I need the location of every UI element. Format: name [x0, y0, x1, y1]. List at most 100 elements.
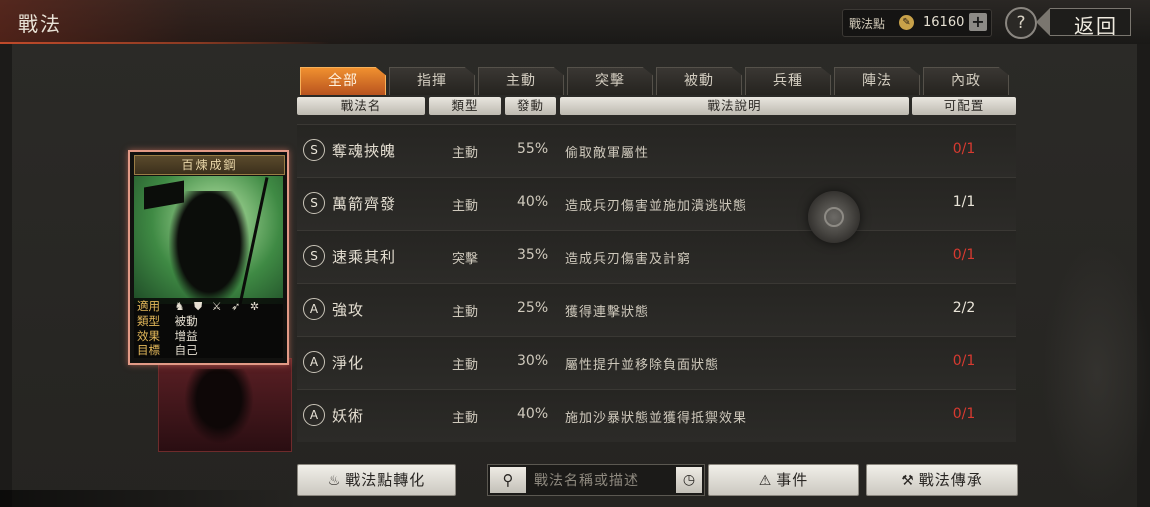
tab-command[interactable]: 指揮 — [389, 67, 475, 95]
search-icon[interactable]: ⚲ — [490, 467, 526, 493]
table-row[interactable]: A 妖術 主動 40% 施加沙暴狀態並獲得抵禦效果 0/1 — [297, 389, 1016, 442]
tactic-type: 主動 — [452, 305, 479, 320]
history-clock-icon[interactable]: ◷ — [676, 467, 702, 493]
tactic-points-display: 戰法點 ✎ 16160 + — [842, 9, 992, 37]
card-title: 百煉成鋼 — [134, 155, 285, 175]
tactic-availability: 0/1 — [952, 406, 976, 422]
card-back-image — [158, 358, 292, 452]
card-artwork — [134, 176, 283, 304]
grade-badge: A — [303, 404, 325, 426]
event-button[interactable]: ⚠ 事件 — [708, 464, 859, 496]
back-button[interactable]: 返回 — [1036, 8, 1131, 38]
card-effect-row: 效果 增益 — [137, 329, 198, 344]
table-row[interactable]: S 萬箭齊發 主動 40% 造成兵刃傷害並施加潰逃狀態 1/1 — [297, 177, 1016, 230]
tactic-description: 屬性提升並移除負面狀態 — [565, 358, 720, 373]
tactic-name: 強攻 — [332, 301, 365, 319]
inherit-tactic-label: 戰法傳承 — [918, 471, 983, 489]
search-box: ⚲ ◷ — [487, 464, 705, 496]
grade-badge: S — [303, 245, 325, 267]
tactic-type: 主動 — [452, 199, 479, 214]
card-effect-label: 效果 — [137, 329, 160, 343]
tactic-rate: 40% — [517, 406, 549, 422]
tactic-rate: 35% — [517, 247, 549, 263]
alert-icon: ⚠ — [758, 473, 773, 489]
tactic-type: 主動 — [452, 146, 479, 161]
tactic-type: 主動 — [452, 358, 479, 373]
add-points-button[interactable]: + — [969, 13, 987, 31]
event-label: 事件 — [776, 471, 809, 489]
tactic-availability: 2/2 — [952, 300, 976, 316]
unit-type-icons: ♞ ⛊ ⚔ ➶ ✲ — [174, 300, 263, 313]
tactic-availability: 1/1 — [952, 194, 976, 210]
top-bar: 戰法 戰法點 ✎ 16160 + ? 返回 — [0, 0, 1150, 44]
back-arrow-icon — [1036, 8, 1050, 36]
grade-badge: S — [303, 139, 325, 161]
grade-badge: A — [303, 351, 325, 373]
tactic-rate: 55% — [517, 141, 549, 157]
tactic-name: 萬箭齊發 — [332, 195, 397, 213]
table-row[interactable]: S 速乘其利 突擊 35% 造成兵刃傷害及計窮 0/1 — [297, 230, 1016, 283]
tab-troop[interactable]: 兵種 — [745, 67, 831, 95]
tab-domestic[interactable]: 內政 — [923, 67, 1009, 95]
title-banner — [0, 0, 420, 44]
column-header-rate[interactable]: 發動 — [505, 97, 556, 115]
grade-badge: A — [303, 298, 325, 320]
scroll-indicator[interactable] — [808, 191, 860, 243]
card-back-figure — [184, 369, 254, 444]
convert-points-button[interactable]: ♨ 戰法點轉化 — [297, 464, 456, 496]
tab-all[interactable]: 全部 — [300, 67, 386, 95]
tab-passive[interactable]: 被動 — [656, 67, 742, 95]
tactic-description: 施加沙暴狀態並獲得抵禦效果 — [565, 411, 748, 426]
column-header-description: 戰法說明 — [560, 97, 909, 115]
card-target-row: 目標 自己 — [137, 343, 198, 358]
tactic-points-value: 16160 — [923, 15, 965, 30]
tab-assault[interactable]: 突擊 — [567, 67, 653, 95]
table-row[interactable]: S 奪魂挾魄 主動 55% 偷取敵軍屬性 0/1 — [297, 124, 1016, 177]
page-title: 戰法 — [18, 12, 62, 36]
tactic-points-label: 戰法點 — [849, 17, 886, 31]
grade-badge: S — [303, 192, 325, 214]
tactic-rate: 30% — [517, 353, 549, 369]
tab-formation[interactable]: 陣法 — [834, 67, 920, 95]
selected-tactic-card[interactable]: 百煉成鋼 適用 ♞ ⛊ ⚔ ➶ ✲ 類型 被動 效果 增益 目標 自己 — [128, 150, 289, 365]
ink-stroke-decoration — [0, 490, 300, 507]
tab-active[interactable]: 主動 — [478, 67, 564, 95]
tactic-name: 奪魂挾魄 — [332, 142, 397, 160]
tactic-name: 速乘其利 — [332, 248, 397, 266]
hammer-icon: ⚒ — [901, 473, 915, 489]
column-header-available[interactable]: 可配置 — [912, 97, 1016, 115]
tactic-description: 獲得連擊狀態 — [565, 305, 650, 320]
card-applies-label: 適用 — [137, 299, 160, 313]
tactic-type: 突擊 — [452, 252, 479, 267]
background-decoration — [1042, 244, 1150, 504]
tactic-availability: 0/1 — [952, 353, 976, 369]
tactic-name: 妖術 — [332, 407, 365, 425]
tactic-availability: 0/1 — [952, 247, 976, 263]
card-type-value: 被動 — [174, 314, 198, 328]
convert-icon: ♨ — [327, 473, 342, 489]
scroll-ring-icon — [824, 207, 844, 227]
tactic-name: 淨化 — [332, 354, 365, 372]
card-applies-row: 適用 ♞ ⛊ ⚔ ➶ ✲ — [137, 299, 262, 314]
table-row[interactable]: A 淨化 主動 30% 屬性提升並移除負面狀態 0/1 — [297, 336, 1016, 389]
card-target-label: 目標 — [137, 343, 160, 357]
tactic-type: 主動 — [452, 411, 479, 426]
card-target-value: 自己 — [174, 343, 198, 357]
column-header-type[interactable]: 類型 — [429, 97, 501, 115]
card-type-row: 類型 被動 — [137, 314, 198, 329]
inherit-tactic-button[interactable]: ⚒ 戰法傳承 — [866, 464, 1018, 496]
card-info-panel: 適用 ♞ ⛊ ⚔ ➶ ✲ 類型 被動 效果 增益 目標 自己 — [134, 298, 283, 358]
tactic-description: 偷取敵軍屬性 — [565, 146, 650, 161]
column-header-name[interactable]: 戰法名 — [297, 97, 425, 115]
search-input[interactable] — [532, 468, 676, 494]
tactic-availability: 0/1 — [952, 141, 976, 157]
convert-points-label: 戰法點轉化 — [345, 471, 426, 489]
back-label: 返回 — [1074, 14, 1118, 38]
table-row[interactable]: A 強攻 主動 25% 獲得連擊狀態 2/2 — [297, 283, 1016, 336]
tactic-points-icon: ✎ — [899, 15, 914, 30]
card-type-label: 類型 — [137, 314, 160, 328]
tactic-description: 造成兵刃傷害並施加潰逃狀態 — [565, 199, 748, 214]
help-button[interactable]: ? — [1005, 7, 1037, 39]
card-effect-value: 增益 — [174, 329, 198, 343]
card-warrior-silhouette — [169, 191, 249, 304]
